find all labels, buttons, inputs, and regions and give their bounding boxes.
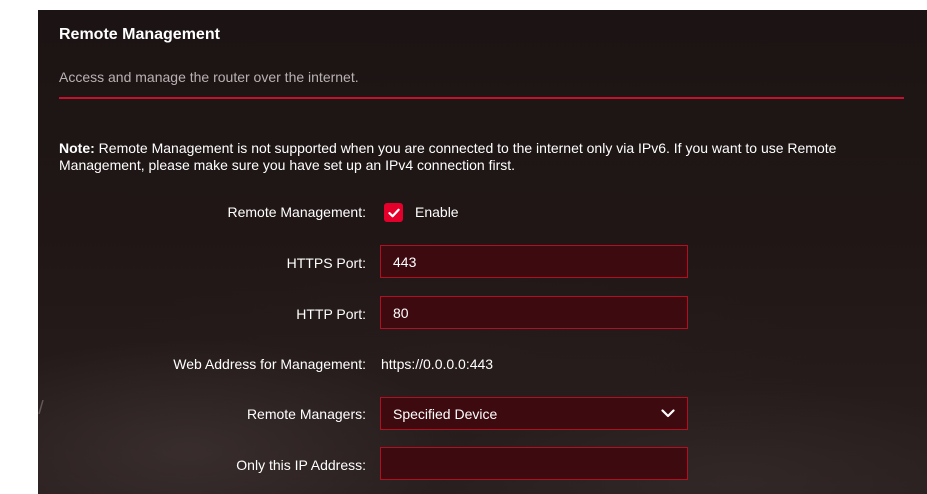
web-address-value: https://0.0.0.0:443 bbox=[381, 356, 494, 372]
background-streak bbox=[38, 400, 44, 414]
check-icon bbox=[387, 208, 400, 217]
remote-management-label: Remote Management: bbox=[227, 204, 366, 220]
page-title: Remote Management bbox=[59, 26, 220, 43]
note-text: Remote Management is not supported when … bbox=[59, 140, 837, 173]
enable-checkbox[interactable] bbox=[384, 203, 403, 222]
http-port-label: HTTP Port: bbox=[296, 306, 366, 322]
only-ip-input[interactable] bbox=[380, 447, 688, 480]
https-port-input[interactable] bbox=[380, 245, 688, 278]
https-port-label: HTTPS Port: bbox=[286, 255, 366, 271]
title-divider bbox=[59, 97, 904, 99]
page-subtitle: Access and manage the router over the in… bbox=[59, 69, 359, 85]
web-address-label: Web Address for Management: bbox=[173, 356, 366, 372]
only-ip-label: Only this IP Address: bbox=[236, 457, 366, 473]
ipv6-note: Note: Remote Management is not supported… bbox=[59, 140, 914, 174]
http-port-input[interactable] bbox=[380, 296, 688, 329]
enable-label[interactable]: Enable bbox=[415, 204, 459, 220]
remote-managers-label: Remote Managers: bbox=[246, 406, 366, 422]
remote-managers-selected: Specified Device bbox=[393, 405, 498, 422]
remote-managers-select[interactable]: Specified Device bbox=[380, 397, 688, 430]
chevron-down-icon bbox=[661, 409, 675, 418]
remote-management-panel: Remote Management Access and manage the … bbox=[38, 10, 927, 494]
note-label: Note: bbox=[59, 140, 95, 156]
